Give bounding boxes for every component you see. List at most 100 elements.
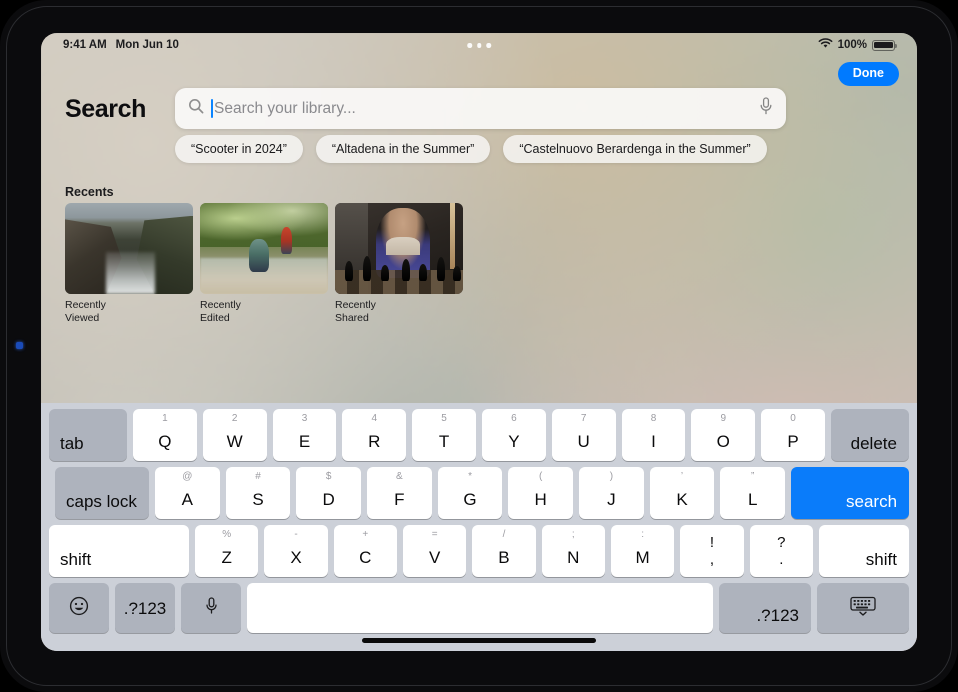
- key-label: .?123: [756, 606, 799, 625]
- key-c[interactable]: + C: [333, 525, 397, 577]
- key-label: U: [577, 432, 590, 451]
- key-t[interactable]: 5T: [412, 409, 476, 461]
- key-label: T: [438, 432, 450, 451]
- key-y[interactable]: 6Y: [481, 409, 546, 461]
- key-search[interactable]: search: [791, 467, 910, 519]
- status-bar-left: 9:41 AM Mon Jun 10: [63, 39, 179, 51]
- ipad-screen: 9:41 AM Mon Jun 10 100% Done Search Sear…: [41, 33, 917, 651]
- key-o[interactable]: 9O: [691, 409, 756, 461]
- onscreen-keyboard: tab 1 Q 2 W 3 E 4 R 5 T 6 Y 7 U 8 I 9 O 0 Pdelete caps lock @…: [41, 403, 917, 651]
- key-punctuation-8[interactable]: !,: [680, 525, 744, 577]
- key-label: D: [322, 490, 335, 509]
- key-hide-keyboard-icon[interactable]: [817, 583, 909, 633]
- key-q[interactable]: 1Q: [133, 409, 197, 461]
- key-label: O: [716, 432, 730, 451]
- key-w[interactable]: 2W: [202, 409, 267, 461]
- key-label: M: [635, 548, 650, 567]
- suggestion-chip-2[interactable]: “Castelnuovo Berardenga in the Summer”: [503, 135, 767, 163]
- key-sublabel: 6: [511, 413, 517, 424]
- recents-list: Recently Viewed Recently Edited Recently…: [65, 203, 463, 325]
- key-label: Z: [221, 548, 232, 567]
- key-x[interactable]: -X: [264, 525, 328, 577]
- key-sublabel: ?: [777, 533, 786, 551]
- person-crouching: [248, 239, 270, 273]
- key-v[interactable]: = V: [402, 525, 467, 577]
- key-sublabel: $: [325, 471, 332, 482]
- key-punctuation-9[interactable]: ?.: [749, 525, 813, 577]
- keyboard-row-4: .?123 .?123: [45, 583, 913, 633]
- key-sublabel: -: [294, 529, 298, 540]
- key-i[interactable]: 8I: [621, 409, 686, 461]
- key-label: L: [747, 490, 758, 509]
- search-icon: [188, 98, 204, 119]
- key-a[interactable]: @ A: [155, 467, 220, 519]
- key-j[interactable]: ) J: [579, 467, 644, 519]
- key-label: V: [428, 548, 441, 567]
- page-title: Search: [65, 95, 146, 123]
- recent-item-recently-shared[interactable]: Recently Shared: [335, 203, 463, 325]
- key-m[interactable]: :M: [610, 525, 675, 577]
- key-sublabel: *: [468, 471, 472, 482]
- key-microphone-icon[interactable]: [181, 583, 241, 633]
- key-p[interactable]: 0P: [761, 409, 825, 461]
- key-r[interactable]: 4R: [342, 409, 407, 461]
- key-123[interactable]: .?123: [719, 583, 811, 633]
- key-tab[interactable]: tab: [49, 409, 127, 461]
- key-label: S: [252, 490, 264, 509]
- recent-item-recently-edited[interactable]: Recently Edited: [200, 203, 328, 325]
- key-sublabel: !: [709, 533, 715, 551]
- key-sublabel: =: [431, 529, 438, 540]
- key-shift[interactable]: shift: [49, 525, 189, 577]
- done-button[interactable]: Done: [837, 62, 899, 86]
- key-g[interactable]: * G: [437, 467, 503, 519]
- key-b[interactable]: / B: [472, 525, 536, 577]
- key-emoji-icon[interactable]: [49, 583, 109, 633]
- key-sublabel: 8: [650, 413, 657, 424]
- key-spacebar[interactable]: [247, 583, 713, 633]
- key-z[interactable]: % Z: [195, 525, 259, 577]
- suggestion-chip-1[interactable]: “Altadena in the Summer”: [315, 135, 491, 163]
- wifi-icon: [818, 38, 833, 52]
- key-n[interactable]: ; N: [541, 525, 605, 577]
- key-k[interactable]: ’ K: [649, 467, 715, 519]
- key-s[interactable]: # S: [225, 467, 291, 519]
- ocean-water: [105, 252, 155, 294]
- key-caps-lock[interactable]: caps lock: [55, 467, 149, 519]
- suggestion-chip-0[interactable]: “Scooter in 2024”: [175, 135, 303, 163]
- status-date: Mon Jun 10: [115, 39, 179, 51]
- text-cursor: [211, 99, 213, 118]
- recently-shared-thumbnail: [335, 203, 463, 294]
- key-123[interactable]: .?123: [115, 583, 175, 633]
- chess-pieces: [335, 256, 463, 282]
- key-label: E: [298, 432, 311, 451]
- key-label: search: [846, 492, 898, 511]
- key-label: G: [463, 490, 477, 509]
- hide-keyboard-icon: [850, 596, 876, 621]
- key-l[interactable]: ” L: [720, 467, 786, 519]
- key-shift[interactable]: shift: [818, 525, 909, 577]
- key-label: B: [498, 548, 510, 567]
- key-label: shift: [60, 550, 92, 569]
- home-indicator[interactable]: [362, 638, 596, 643]
- key-u[interactable]: 7U: [551, 409, 616, 461]
- battery-percent-label: 100%: [837, 39, 867, 51]
- multitasking-dots-icon[interactable]: [467, 43, 491, 48]
- microphone-icon[interactable]: [759, 97, 773, 120]
- key-sublabel: ): [609, 471, 614, 482]
- recent-item-label: Recently Viewed: [65, 299, 106, 325]
- key-delete[interactable]: delete: [830, 409, 909, 461]
- key-label: C: [359, 548, 372, 567]
- key-d[interactable]: $ D: [296, 467, 362, 519]
- key-sublabel: :: [641, 529, 645, 540]
- search-input[interactable]: Search your library...: [175, 88, 786, 129]
- key-h[interactable]: (H: [508, 467, 574, 519]
- key-e[interactable]: 3E: [272, 409, 337, 461]
- key-sublabel: +: [362, 529, 369, 540]
- key-sublabel: #: [255, 471, 261, 482]
- key-sublabel: 4: [371, 413, 378, 424]
- key-label: Q: [158, 432, 172, 451]
- key-f[interactable]: & F: [367, 467, 432, 519]
- recent-item-recently-viewed[interactable]: Recently Viewed: [65, 203, 193, 325]
- status-time: 9:41 AM: [63, 39, 107, 51]
- key-sublabel: 2: [231, 413, 238, 424]
